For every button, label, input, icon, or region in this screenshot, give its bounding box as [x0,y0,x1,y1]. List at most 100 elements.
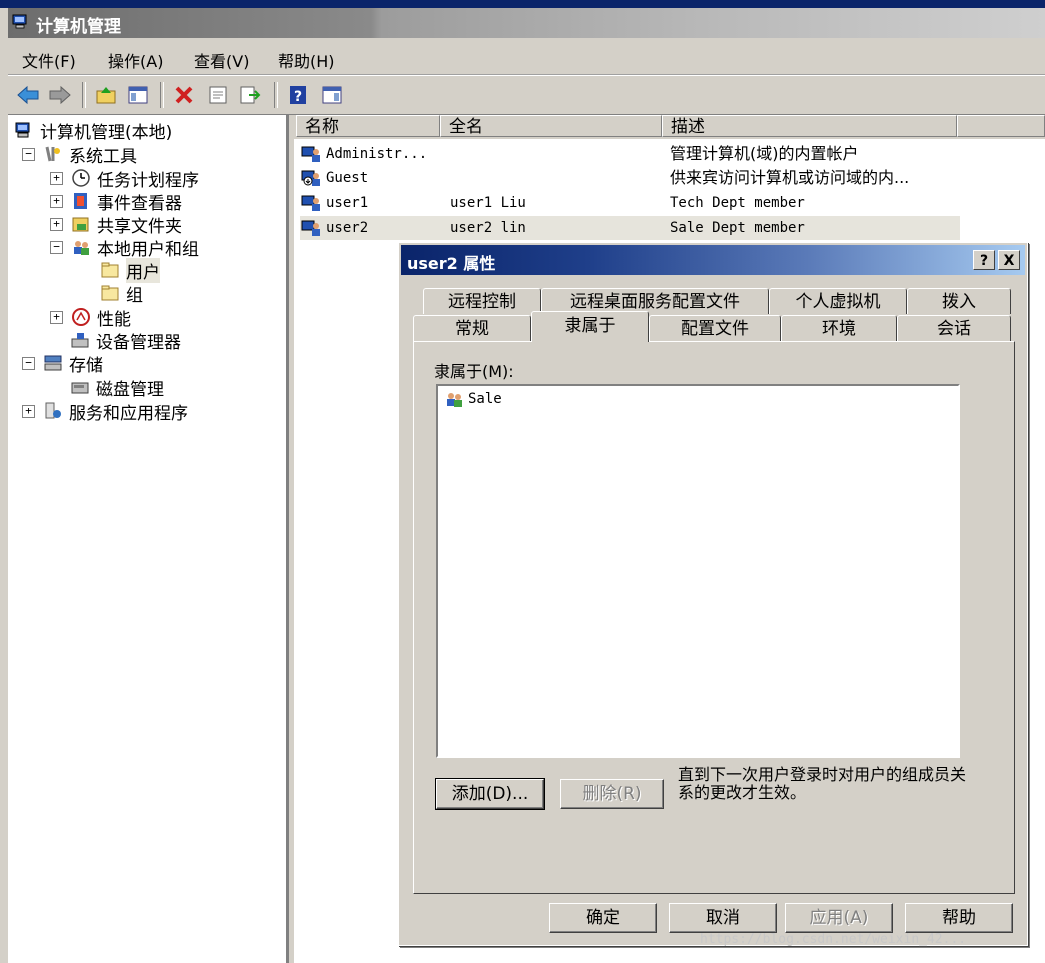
user-description: Tech Dept member [670,195,805,211]
desktop-strip [0,0,1045,8]
expand-icon[interactable]: + [50,194,63,208]
group-icon [447,393,462,407]
properties-icon[interactable] [204,81,232,109]
user-name: Guest [326,170,369,186]
tree-shared-folders[interactable]: + 共享文件夹 [50,213,182,237]
expand-icon[interactable]: + [50,310,63,324]
expand-icon[interactable]: + [22,404,35,418]
tab-sessions[interactable]: 会话 [897,315,1011,341]
folder-icon [101,285,119,301]
expand-icon[interactable]: + [50,217,63,231]
apply-button[interactable]: 应用(A) [785,903,893,933]
member-of-list[interactable]: Sale [436,384,960,758]
user-name: user1 [326,195,369,211]
expand-icon[interactable]: + [50,171,63,185]
clock-icon [72,169,90,187]
member-of-label: 隶属于(M): [434,362,514,381]
tab-general[interactable]: 常规 [413,315,531,341]
user-fullname: user1 Liu [450,195,526,211]
show-hide-action-pane-icon[interactable] [318,81,346,109]
collapse-icon[interactable]: − [50,240,63,254]
menu-help[interactable]: 帮助(H) [278,48,335,72]
tree-disk-management[interactable]: 磁盘管理 [70,376,164,400]
up-folder-icon[interactable] [92,81,120,109]
help-icon[interactable]: ? [284,81,312,109]
users-group-icon [74,241,89,255]
toolbar-separator [82,82,86,108]
user-icon [301,146,320,162]
tree-system-tools[interactable]: − 系统工具 [22,143,137,167]
tree-services-apps[interactable]: + 服务和应用程序 [22,400,188,424]
event-viewer-icon [74,193,87,209]
tree-groups[interactable]: 组 [100,282,143,306]
tab-dial-in[interactable]: 拨入 [907,288,1011,314]
show-hide-tree-icon[interactable] [124,81,152,109]
table-row-selected[interactable]: user2 user2 lin Sale Dept member [300,216,960,240]
user-name: user2 [326,220,369,236]
list-item[interactable]: Sale [444,390,502,408]
tree-device-manager[interactable]: 设备管理器 [70,329,181,353]
remove-button[interactable]: 删除(R) [560,779,664,809]
export-list-icon[interactable] [236,81,264,109]
cancel-button[interactable]: 取消 [669,903,777,933]
tree-task-scheduler[interactable]: + 任务计划程序 [50,167,199,191]
disabled-user-icon [301,170,320,186]
user-name: Administr... [326,146,428,162]
tab-remote-control[interactable]: 远程控制 [423,288,541,314]
column-description[interactable]: 描述 [662,115,957,137]
column-fullname[interactable]: 全名 [440,115,662,137]
storage-icon [44,355,62,371]
computer-management-icon [12,14,27,29]
delete-icon[interactable] [170,81,198,109]
tree-root[interactable]: 计算机管理(本地) [14,119,172,143]
menu-bar: 文件(F) 操作(A) 查看(V) 帮助(H) [8,40,1045,75]
tab-environment[interactable]: 环境 [781,315,897,341]
tab-profile[interactable]: 配置文件 [649,315,781,341]
collapse-icon[interactable]: − [22,356,35,370]
tree-performance[interactable]: + 性能 [50,306,131,330]
device-manager-icon [71,333,89,348]
folder-icon [101,262,119,278]
services-icon [45,402,61,419]
title-bar[interactable]: 计算机管理 [8,8,1045,38]
computer-management-icon [15,122,30,138]
menu-file[interactable]: 文件(F) [22,48,76,72]
list-header: 名称 全名 描述 [294,115,1045,139]
toolbar-separator [160,82,164,108]
column-name[interactable]: 名称 [296,115,440,137]
add-button[interactable]: 添加(D)... [435,778,545,810]
user-icon [301,195,320,211]
help-question-icon[interactable]: ? [973,250,995,270]
user-icon [301,220,320,236]
help-button[interactable]: 帮助 [905,903,1013,933]
tree-event-viewer[interactable]: + 事件查看器 [50,190,182,214]
menu-view[interactable]: 查看(V) [194,48,249,72]
tab-member-of[interactable]: 隶属于 [531,311,649,342]
ok-button[interactable]: 确定 [549,903,657,933]
user-fullname: user2 lin [450,220,526,236]
toolbar: ? [8,75,1045,115]
tab-personal-vm[interactable]: 个人虚拟机 [769,288,907,314]
dialog-title: user2 属性 [407,254,496,273]
user-properties-dialog: user2 属性 ? X 远程控制 远程桌面服务配置文件 个人虚拟机 拨入 常规… [398,242,1028,946]
svg-text:?: ? [294,89,302,105]
forward-icon[interactable] [46,81,74,109]
close-icon[interactable]: X [998,250,1020,270]
member-of-panel: 隶属于(M): Sale 添加(D)... 删除(R) 直到下一次用户登录时对用… [413,341,1015,894]
table-row[interactable]: Guest 供来宾访问计算机或访问域的内... [300,166,960,190]
tree-storage[interactable]: − 存储 [22,352,103,376]
collapse-icon[interactable]: − [22,147,35,161]
tree-local-users-groups[interactable]: − 本地用户和组 [50,236,199,260]
membership-note: 直到下一次用户登录时对用户的组成员关系的更改才生效。 [678,765,967,802]
user-description: Sale Dept member [670,220,805,236]
column-filler [957,115,1045,137]
table-row[interactable]: user1 user1 Liu Tech Dept member [300,191,960,215]
dialog-title-bar[interactable]: user2 属性 ? X [401,245,1025,275]
back-icon[interactable] [14,81,42,109]
tree-users[interactable]: 用户 [100,257,160,283]
console-tree: 计算机管理(本地) − 系统工具 + 任务计划程序 + 事件查看器 + 共享文件… [8,115,289,963]
menu-action[interactable]: 操作(A) [108,48,163,72]
user-description: 管理计算机(域)的内置帐户 [670,144,859,163]
tools-icon [45,146,60,162]
table-row[interactable]: Administr... 管理计算机(域)的内置帐户 [300,142,960,166]
